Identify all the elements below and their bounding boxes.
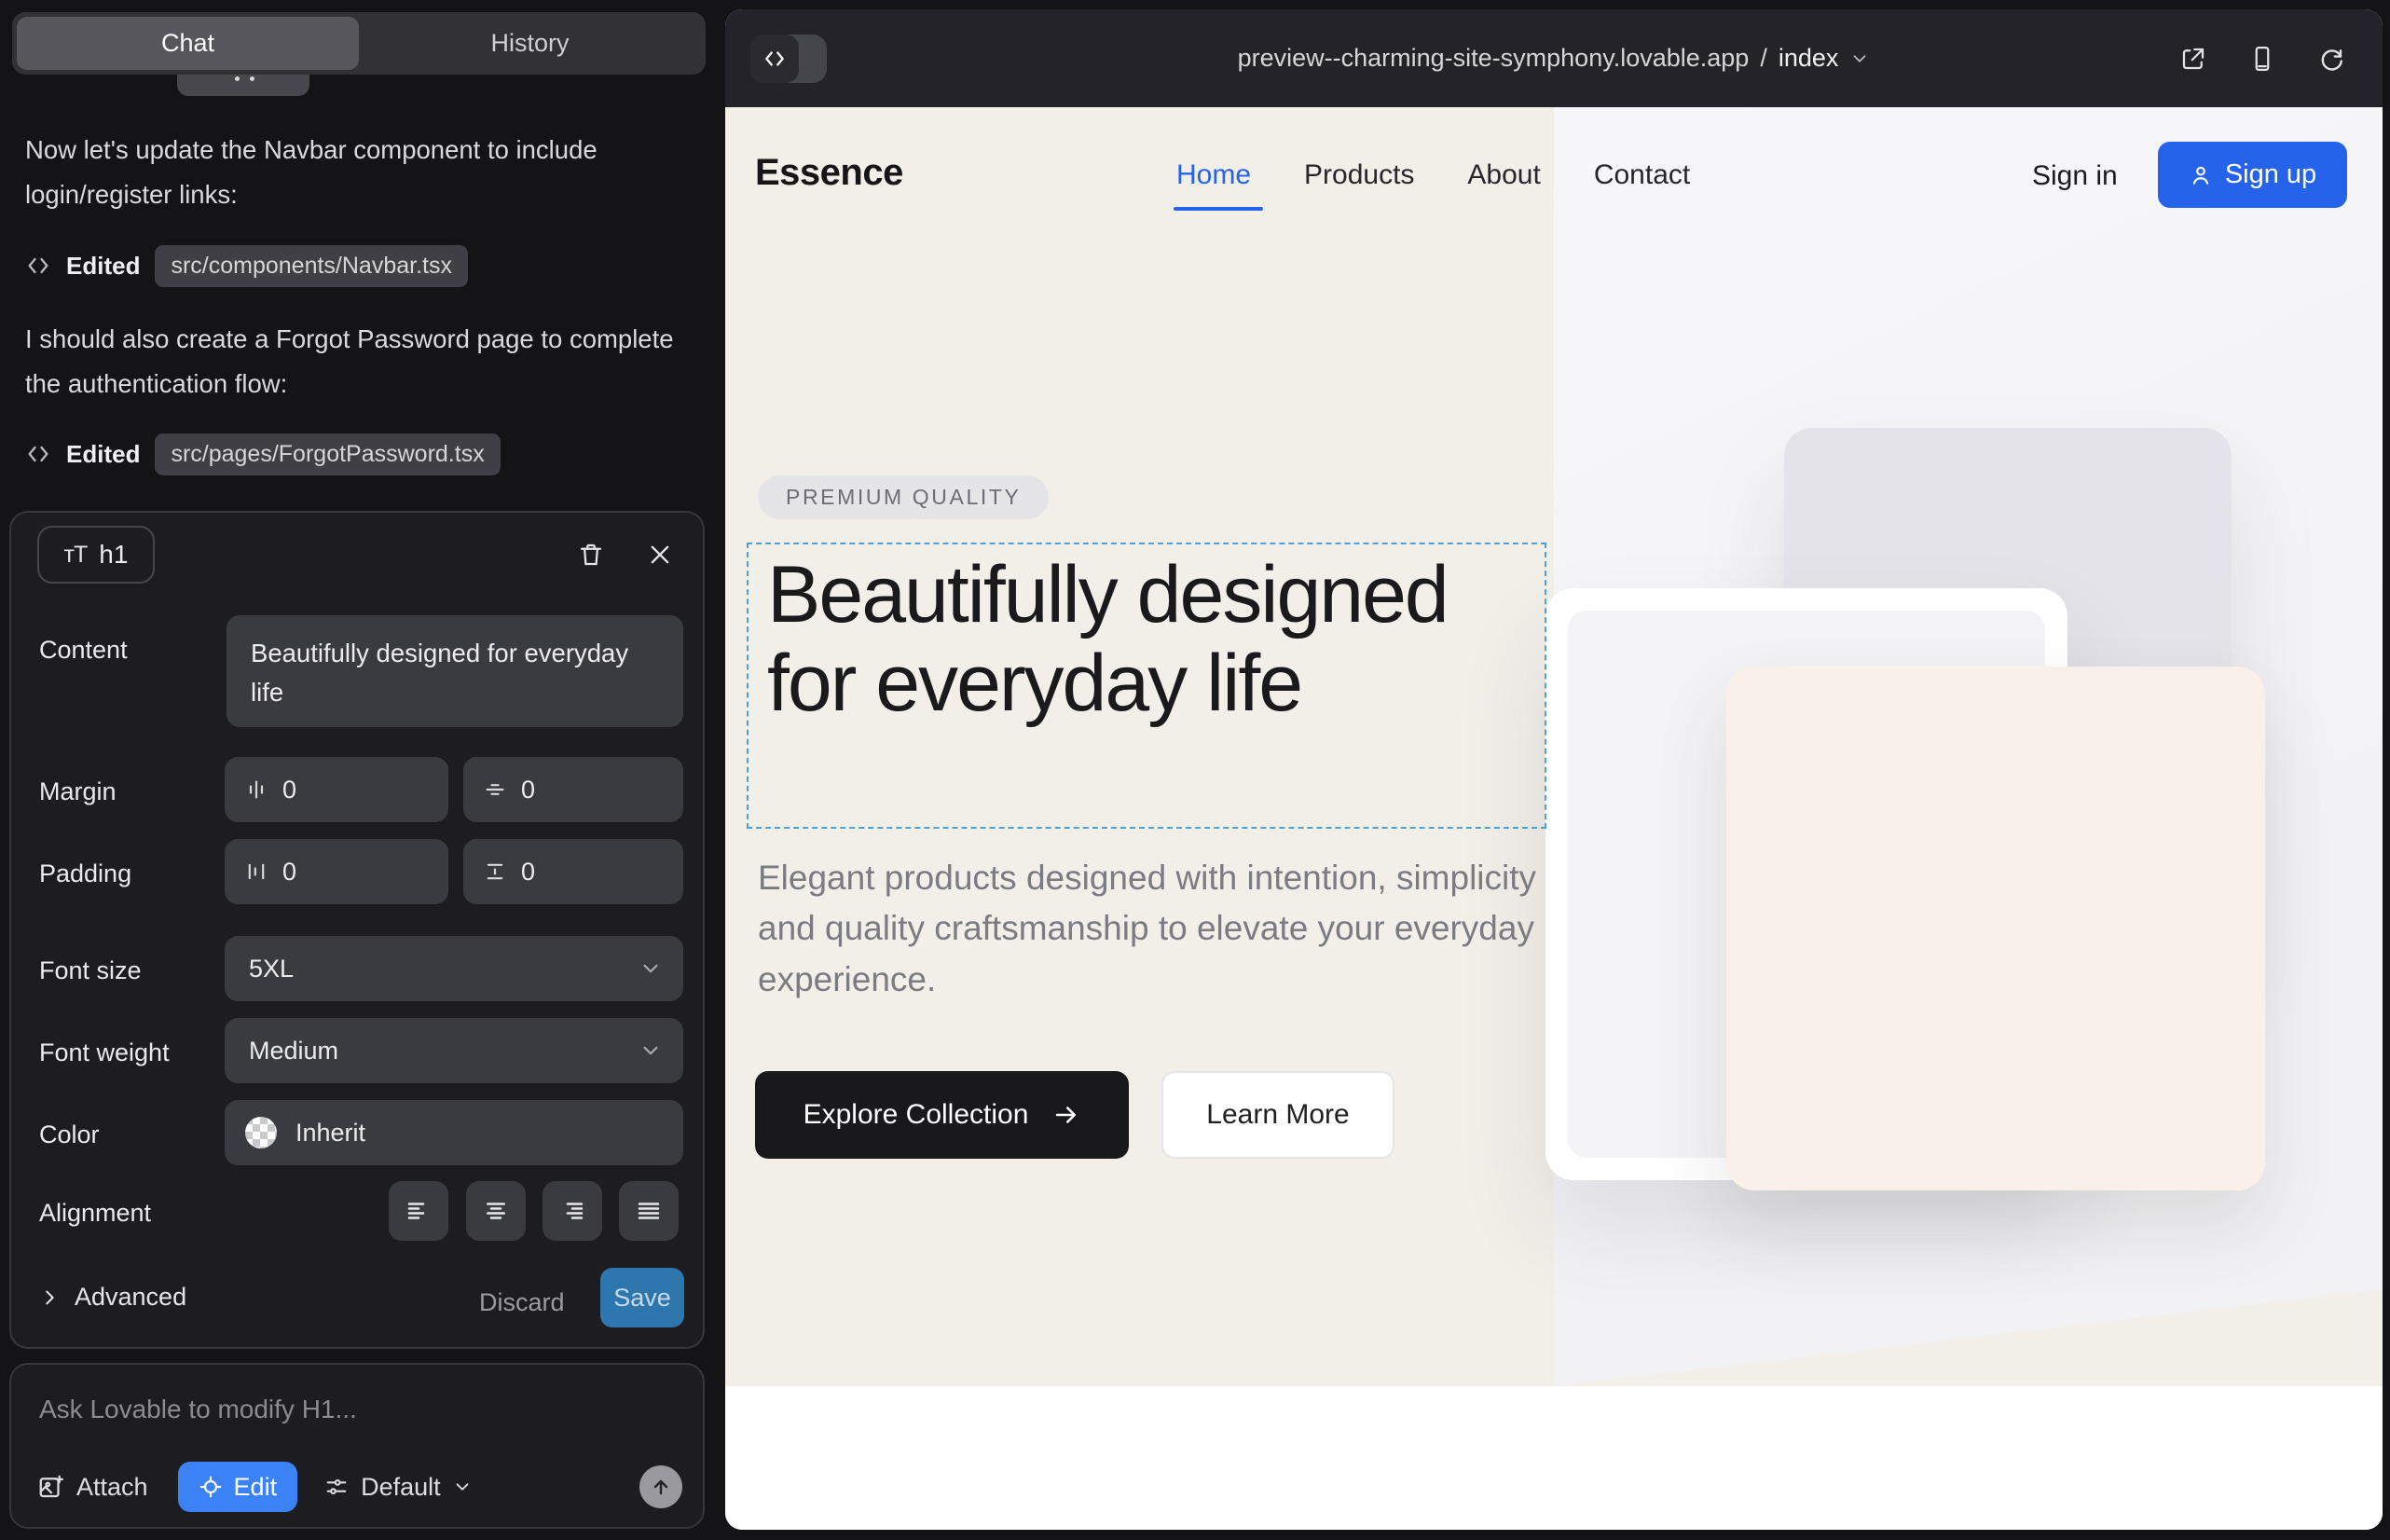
delete-element-button[interactable] bbox=[570, 534, 611, 575]
url-separator: / bbox=[1760, 44, 1767, 73]
explore-collection-button[interactable]: Explore Collection bbox=[755, 1071, 1129, 1159]
prompt-input[interactable]: Ask Lovable to modify H1... bbox=[39, 1395, 357, 1424]
chevron-down-icon bbox=[639, 956, 663, 981]
margin-vertical-icon bbox=[484, 778, 506, 801]
color-select[interactable]: Inherit bbox=[225, 1100, 683, 1165]
save-button[interactable]: Save bbox=[600, 1268, 684, 1327]
chat-message: Now let's update the Navbar component to… bbox=[25, 128, 689, 217]
tab-history-label: History bbox=[490, 29, 569, 58]
edited-file-row: Edited src/pages/ForgotPassword.tsx bbox=[25, 433, 501, 475]
browser-chrome: preview--charming-site-symphony.lovable.… bbox=[725, 9, 2383, 107]
align-left-button[interactable] bbox=[389, 1181, 448, 1241]
attach-image-icon bbox=[37, 1473, 65, 1501]
element-editor-panel: тT h1 Content Beautifully designed for e… bbox=[9, 511, 705, 1349]
padding-label: Padding bbox=[39, 859, 131, 888]
learn-more-button[interactable]: Learn More bbox=[1161, 1071, 1394, 1159]
chat-message: I should also create a Forgot Password p… bbox=[25, 317, 689, 406]
prompt-toolbar: Attach Edit Default bbox=[37, 1462, 682, 1512]
margin-y-input[interactable]: 0 bbox=[463, 757, 683, 822]
margin-x-input[interactable]: 0 bbox=[225, 757, 448, 822]
file-chip[interactable]: src/pages/ForgotPassword.tsx bbox=[155, 433, 500, 475]
advanced-toggle[interactable]: Advanced bbox=[39, 1283, 186, 1312]
align-right-button[interactable] bbox=[543, 1181, 602, 1241]
premium-badge: PREMIUM QUALITY bbox=[758, 475, 1049, 519]
section-below-hero bbox=[725, 1386, 2383, 1530]
color-label: Color bbox=[39, 1121, 100, 1149]
prompt-box[interactable]: Ask Lovable to modify H1... Attach Edit … bbox=[9, 1363, 705, 1529]
padding-horizontal-icon bbox=[245, 860, 268, 883]
site-viewport: Essence Home Products About Contact Sign… bbox=[725, 107, 2383, 1530]
nav-link-home[interactable]: Home bbox=[1176, 159, 1251, 191]
tab-chat[interactable]: Chat bbox=[17, 17, 359, 70]
chat-panel: Chat History Now let's update the Navbar… bbox=[0, 0, 710, 1540]
element-tag: h1 bbox=[99, 540, 128, 570]
sliders-icon bbox=[323, 1474, 350, 1500]
nav-link-about[interactable]: About bbox=[1467, 159, 1540, 191]
refresh-icon[interactable] bbox=[2317, 45, 2345, 73]
font-size-select[interactable]: 5XL bbox=[225, 936, 683, 1001]
active-nav-underline bbox=[1174, 207, 1263, 211]
edited-label: Edited bbox=[66, 440, 140, 469]
align-center-button[interactable] bbox=[466, 1181, 526, 1241]
site-nav: Home Products About Contact bbox=[1176, 159, 1690, 191]
padding-y-input[interactable]: 0 bbox=[463, 839, 683, 904]
edit-mode-button[interactable]: Edit bbox=[178, 1462, 298, 1512]
arrow-right-icon bbox=[1052, 1101, 1080, 1129]
chevron-down-icon bbox=[452, 1477, 473, 1497]
attach-button[interactable]: Attach bbox=[37, 1473, 148, 1502]
sign-in-link[interactable]: Sign in bbox=[2032, 160, 2118, 192]
hero-description: Elegant products designed with intention… bbox=[758, 853, 1601, 1005]
font-weight-select[interactable]: Medium bbox=[225, 1018, 683, 1083]
file-chip[interactable]: src/components/Navbar.tsx bbox=[155, 245, 468, 287]
tab-chat-label: Chat bbox=[161, 29, 214, 58]
mobile-preview-icon[interactable] bbox=[2248, 45, 2276, 73]
edited-file-row: Edited src/components/Navbar.tsx bbox=[25, 244, 468, 287]
chevron-right-icon bbox=[39, 1287, 60, 1308]
nav-link-contact[interactable]: Contact bbox=[1594, 159, 1690, 191]
preview-url: preview--charming-site-symphony.lovable.… bbox=[1238, 44, 1750, 73]
tab-bar: Chat History bbox=[12, 12, 706, 75]
code-icon bbox=[25, 253, 51, 279]
margin-label: Margin bbox=[39, 777, 117, 806]
content-input[interactable]: Beautifully designed for everyday life bbox=[227, 615, 683, 727]
align-justify-button[interactable] bbox=[619, 1181, 679, 1241]
element-tag-pill: тT h1 bbox=[37, 526, 155, 584]
sign-up-button[interactable]: Sign up bbox=[2158, 142, 2347, 208]
preview-window: preview--charming-site-symphony.lovable.… bbox=[725, 9, 2383, 1530]
close-icon[interactable] bbox=[639, 534, 680, 575]
send-button[interactable] bbox=[639, 1465, 682, 1508]
site-logo[interactable]: Essence bbox=[755, 152, 903, 194]
chevron-down-icon bbox=[639, 1038, 663, 1063]
truncated-chip bbox=[177, 75, 309, 96]
content-label: Content bbox=[39, 636, 128, 665]
margin-horizontal-icon bbox=[245, 778, 268, 801]
color-swatch bbox=[245, 1117, 277, 1148]
open-external-icon[interactable] bbox=[2179, 45, 2207, 73]
tab-history[interactable]: History bbox=[359, 17, 701, 70]
user-icon bbox=[2189, 163, 2213, 187]
decorative-card-cream bbox=[1726, 667, 2265, 1190]
font-size-label: Font size bbox=[39, 956, 142, 985]
padding-x-input[interactable]: 0 bbox=[225, 839, 448, 904]
padding-vertical-icon bbox=[484, 860, 506, 883]
chrome-actions bbox=[2179, 9, 2345, 107]
nav-link-products[interactable]: Products bbox=[1304, 159, 1414, 191]
font-weight-label: Font weight bbox=[39, 1038, 170, 1067]
discard-button[interactable]: Discard bbox=[479, 1288, 565, 1317]
code-icon bbox=[25, 441, 51, 467]
target-icon bbox=[199, 1475, 223, 1499]
edited-label: Edited bbox=[66, 252, 140, 281]
chevron-down-icon bbox=[1849, 48, 1870, 69]
url-bar[interactable]: preview--charming-site-symphony.lovable.… bbox=[725, 9, 2383, 107]
type-icon: тT bbox=[64, 542, 88, 569]
mode-select[interactable]: Default bbox=[323, 1473, 473, 1502]
alignment-label: Alignment bbox=[39, 1199, 151, 1228]
page-name: index bbox=[1779, 44, 1839, 73]
hero-heading[interactable]: Beautifully designed for everyday life bbox=[767, 551, 1555, 727]
